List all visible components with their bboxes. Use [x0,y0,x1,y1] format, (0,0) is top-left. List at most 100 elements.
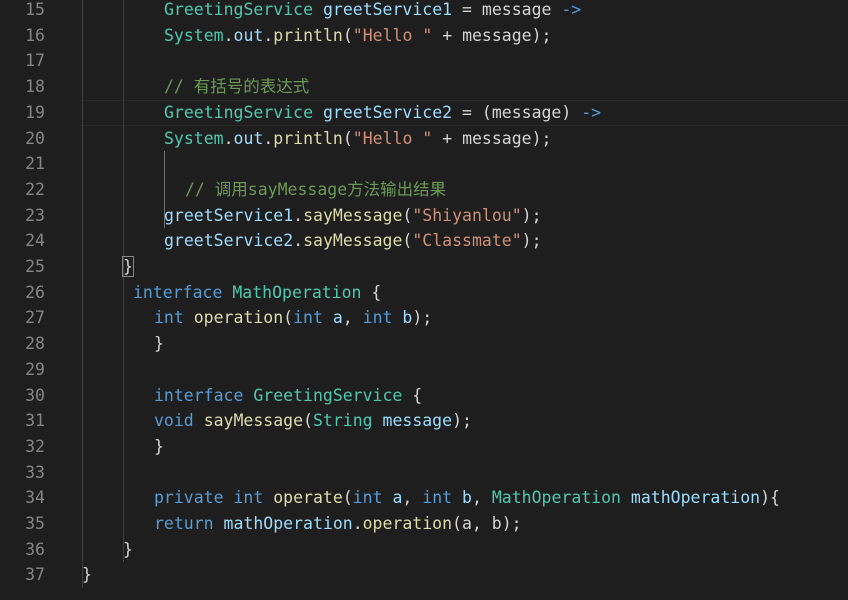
code-line[interactable]: GreetingService greetService2 = (message… [164,100,601,126]
code-token: void [154,411,194,431]
code-line[interactable]: interface GreetingService { [154,383,422,409]
indent-guide [82,0,83,589]
code-token: a [332,308,343,328]
code-line[interactable]: void sayMessage(String message); [154,408,472,434]
code-token: MathOperation [491,488,621,508]
code-token: ); [412,308,433,328]
code-token: , [471,488,492,508]
code-line[interactable]: // 调用sayMessage方法输出结果 [185,177,446,203]
code-token: "Shiyanlou" [412,205,522,225]
code-token: -> [561,0,582,19]
code-token: ){ [760,488,780,508]
code-area[interactable]: GreetingService greetService1 = message … [0,0,848,600]
code-token: int [362,308,393,328]
code-token: greetService1 [322,0,453,19]
code-token: } [123,539,133,559]
code-token: int [293,308,323,328]
code-line[interactable]: } [122,254,134,280]
code-token: } [154,334,164,354]
code-token: ( [402,231,413,251]
code-token: } [82,565,92,585]
code-token: sayMessage [203,411,304,431]
code-token: out [233,25,264,45]
code-token: return [154,514,214,533]
code-token: int [154,308,184,328]
code-token: interface [154,385,244,405]
code-line[interactable]: } [82,562,92,588]
code-token: = message [452,0,562,19]
code-token: sayMessage [303,205,403,225]
code-token: ); [452,411,472,431]
code-line[interactable]: return mathOperation.operation(a, b); [154,511,522,537]
code-token: println [273,25,343,45]
code-token: // 有括号的表达式 [164,77,310,97]
code-token: mathOperation [630,488,761,508]
code-token: ); [521,205,542,225]
code-token: "Hello " [352,25,433,45]
code-line[interactable]: System.out.println("Hello " + message); [164,23,551,49]
code-token: + message); [432,128,552,148]
code-token: GreetingService [253,385,403,405]
code-line[interactable]: private int operate(int a, int b, MathOp… [154,485,780,511]
code-token: -> [581,102,602,122]
code-token: . [223,25,234,45]
code-token: greetService1 [164,205,294,225]
code-token: mathOperation [223,514,353,533]
code-token: "Classmate" [412,231,522,251]
code-token: MathOperation [232,282,362,302]
code-line[interactable]: greetService2.sayMessage("Classmate"); [164,228,542,254]
code-token: } [122,256,134,277]
code-token: int [422,488,453,508]
code-token: interface [133,282,223,302]
code-token: String [312,411,373,431]
indent-guide [123,279,124,563]
code-editor[interactable]: 15 16 17 18 19 20 21 22 23 24 25 26 27 28 29 30 31 32 33 34… [0,0,848,600]
code-token: message [382,411,453,431]
code-token: { [361,282,382,302]
code-line[interactable]: int operation(int a, int b); [154,305,432,331]
code-token: ( [342,25,353,45]
code-token: // 调用sayMessage方法输出结果 [185,179,447,199]
code-line[interactable]: interface MathOperation { [133,280,381,306]
code-token: b [402,308,413,328]
code-token: out [233,128,264,148]
code-token: private [154,488,224,508]
code-token: . [293,231,304,251]
code-token: System [164,128,224,148]
code-line[interactable]: } [123,537,133,563]
code-token: b [462,488,472,508]
code-token: ( [342,128,353,148]
code-token: , [402,488,423,508]
code-token: ( [283,308,294,328]
code-line[interactable]: } [154,434,164,460]
code-token: operation [193,308,284,328]
code-token: ( [402,205,413,225]
code-token: println [273,128,343,148]
code-line[interactable]: System.out.println("Hello " + message); [164,126,551,152]
code-token: , [342,308,363,328]
code-token: ( [342,488,353,508]
code-token: (a, b); [452,514,522,533]
code-token: . [263,128,274,148]
code-line[interactable]: // 有括号的表达式 [164,74,309,100]
code-line[interactable]: } [154,331,164,357]
code-token: . [293,205,304,225]
code-token: operate [273,488,343,508]
code-token: . [352,514,363,533]
code-token: GreetingService [164,0,314,19]
code-token: System [164,25,224,45]
code-line[interactable]: greetService1.sayMessage("Shiyanlou"); [164,203,542,229]
code-line[interactable]: GreetingService greetService1 = message … [164,0,581,23]
code-token: = (message) [452,102,582,122]
code-token: int [233,488,264,508]
